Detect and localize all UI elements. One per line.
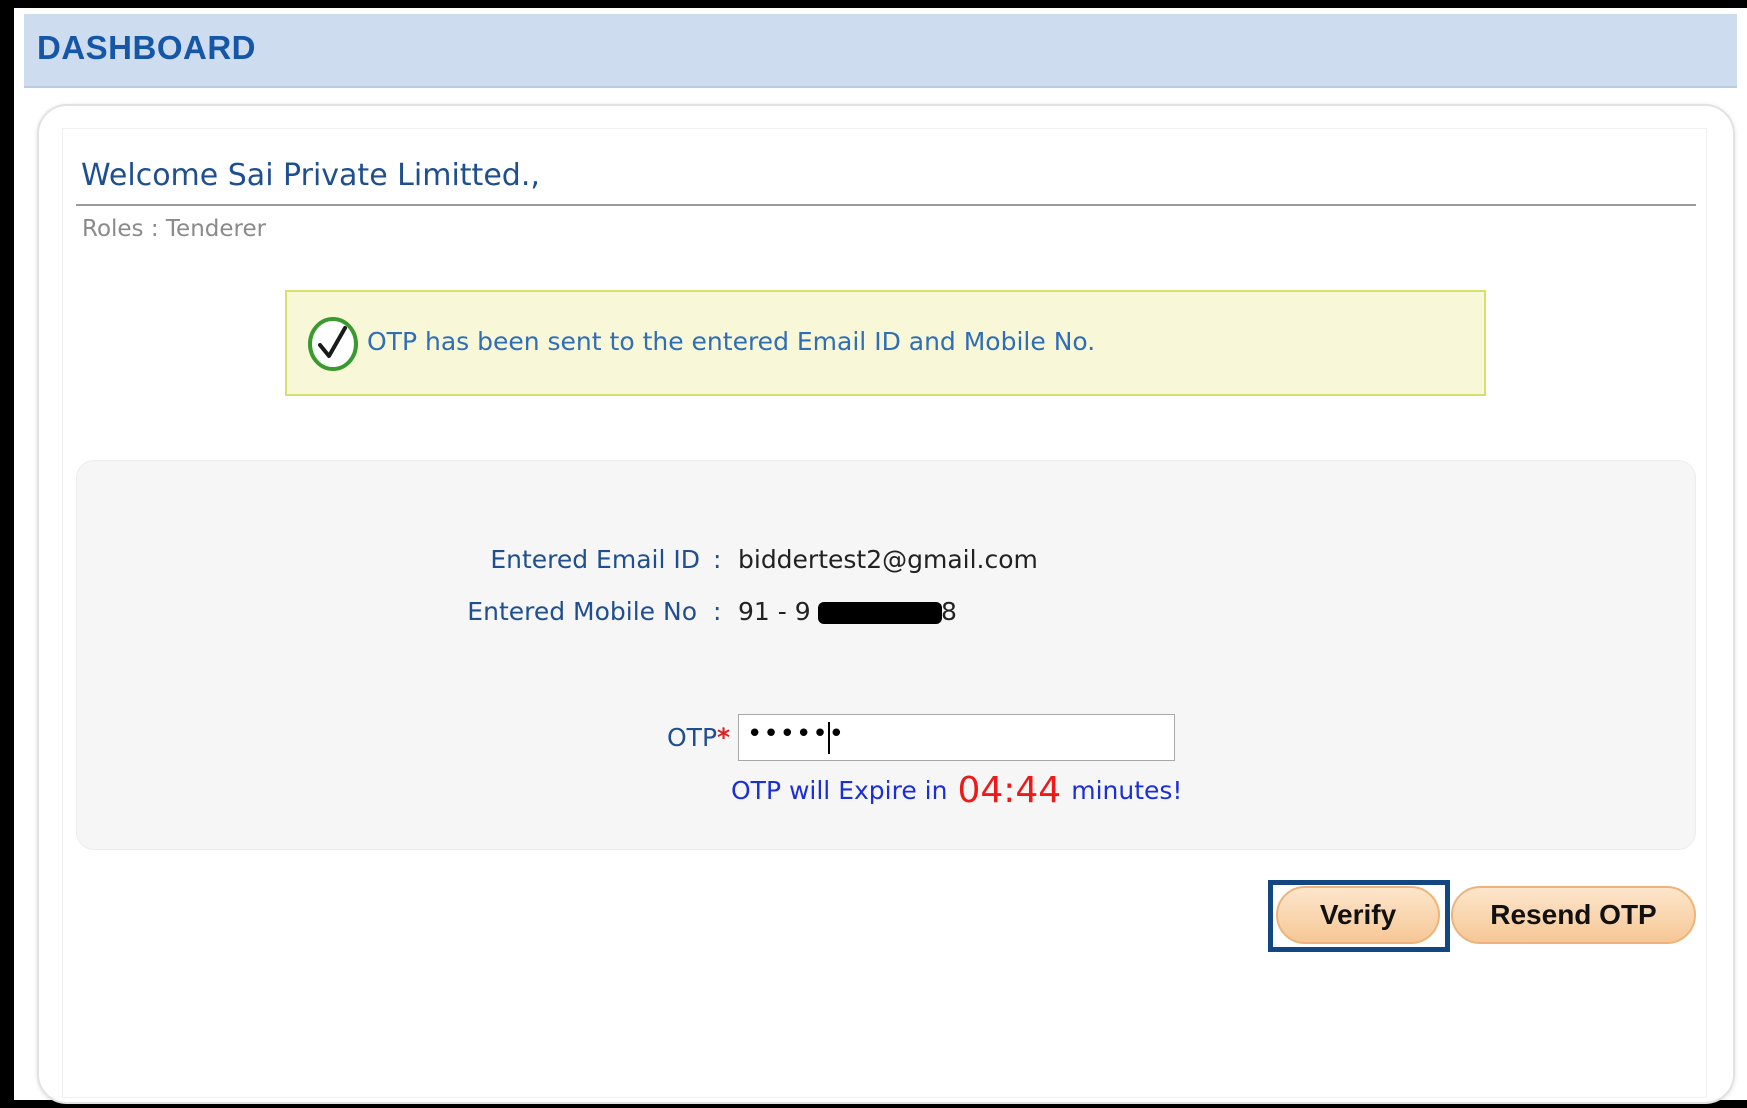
email-value: biddertest2@gmail.com <box>738 545 1038 574</box>
otp-expiry-text: OTP will Expire in 04:44 minutes! <box>731 770 1183 811</box>
otp-countdown: 04:44 <box>957 770 1062 811</box>
roles-text: Roles : Tenderer <box>82 216 267 242</box>
mobile-prefix: 91 - 9 <box>738 597 811 626</box>
page-header: DASHBOARD <box>24 14 1737 88</box>
text-caret <box>828 722 830 754</box>
mobile-suffix: 8 <box>941 597 957 626</box>
required-mark: * <box>717 723 731 752</box>
otp-input[interactable]: •••••• <box>738 714 1175 761</box>
otp-label: OTP* <box>667 723 731 752</box>
redaction-bar <box>818 602 942 624</box>
notice-message: OTP has been sent to the entered Email I… <box>367 327 1096 356</box>
otp-sent-notice: OTP has been sent to the entered Email I… <box>285 290 1486 396</box>
welcome-heading: Welcome Sai Private Limitted., <box>81 158 540 193</box>
mobile-label: Entered Mobile No <box>467 597 697 626</box>
email-label: Entered Email ID <box>490 545 700 574</box>
resend-otp-button[interactable]: Resend OTP <box>1451 886 1696 944</box>
email-separator: : <box>713 545 722 574</box>
welcome-divider <box>76 204 1696 206</box>
mobile-separator: : <box>713 597 722 626</box>
check-circle-icon <box>308 317 358 371</box>
verify-focus-highlight <box>1268 880 1450 952</box>
page-title: DASHBOARD <box>37 29 256 66</box>
